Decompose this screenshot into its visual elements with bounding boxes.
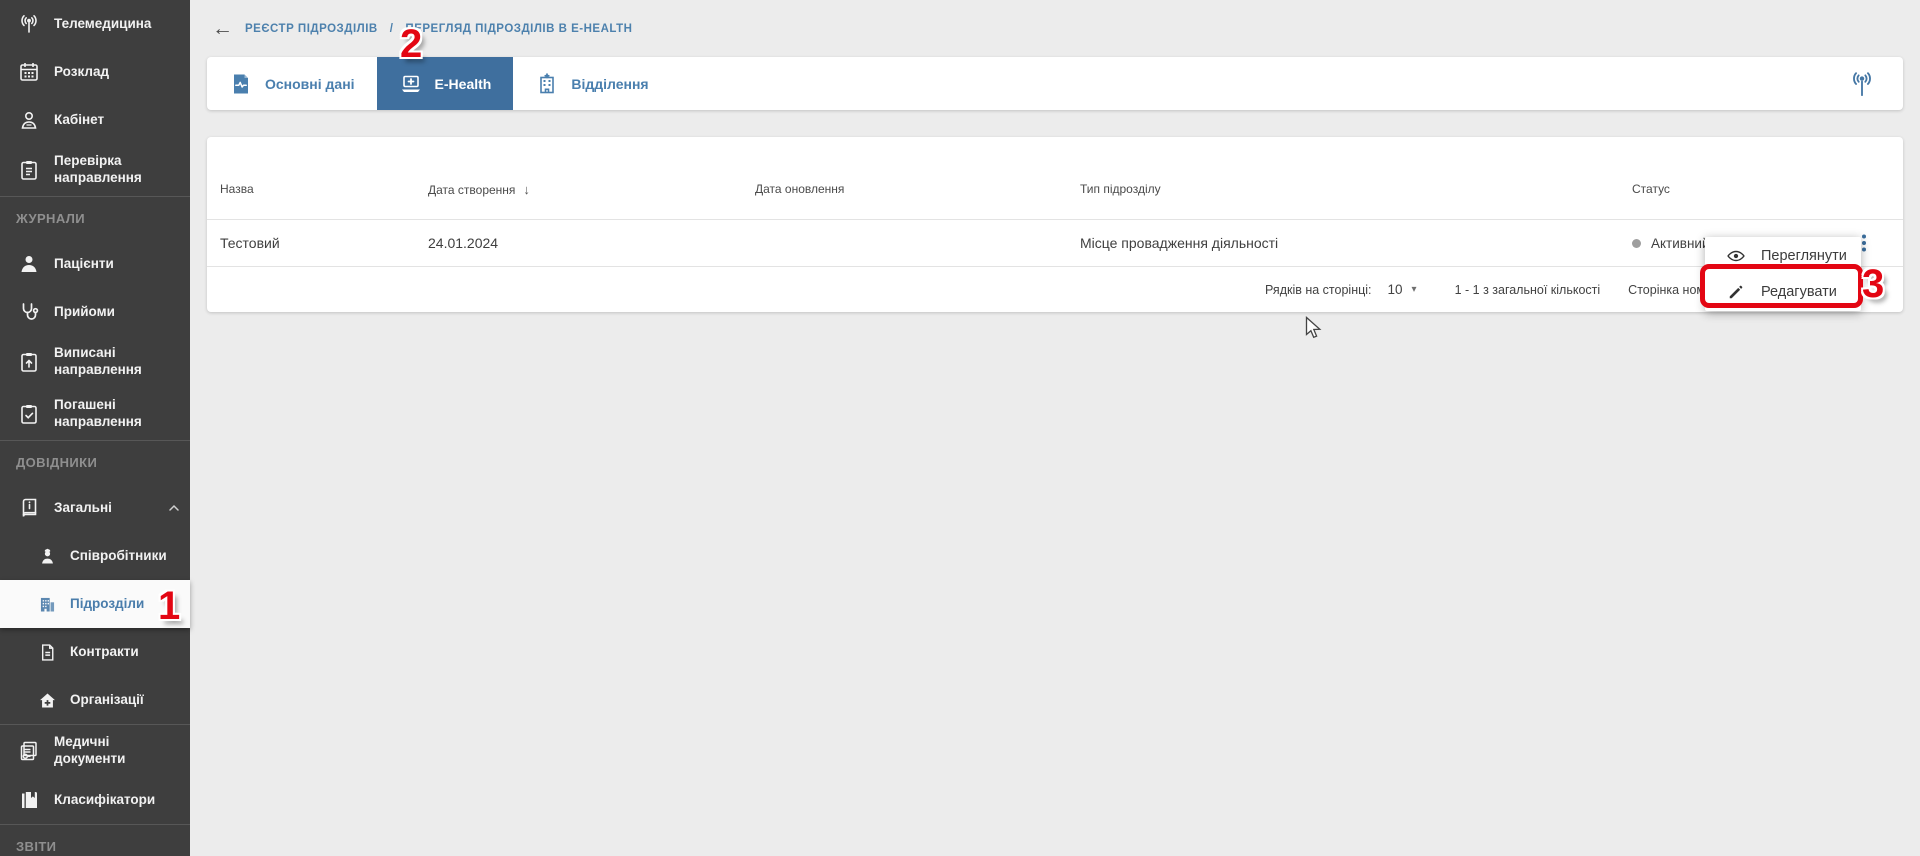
back-arrow-icon[interactable]: ← bbox=[212, 18, 233, 39]
sidebar-item-classifiers[interactable]: Класифікатори bbox=[0, 776, 190, 824]
book-info-icon bbox=[16, 496, 42, 520]
tab-label: E-Health bbox=[435, 76, 492, 92]
sidebar-item-schedule[interactable]: Розклад bbox=[0, 48, 190, 96]
clipboard-list-icon bbox=[16, 158, 42, 182]
status-label: Активний bbox=[1651, 236, 1710, 251]
status-dot bbox=[1632, 239, 1641, 248]
sidebar-section-reports: ЗВІТИ bbox=[0, 824, 190, 856]
sidebar-item-patients[interactable]: Пацієнти bbox=[0, 240, 190, 288]
document-pulse-icon bbox=[229, 72, 253, 96]
mouse-cursor-icon bbox=[1305, 316, 1323, 347]
sidebar-item-contracts[interactable]: Контракти bbox=[0, 628, 190, 676]
sidebar-item-organizations[interactable]: Організації bbox=[0, 676, 190, 724]
broadcast-antenna-icon[interactable] bbox=[1847, 57, 1903, 110]
sidebar-item-employees[interactable]: Співробітники bbox=[0, 532, 190, 580]
patient-icon bbox=[16, 252, 42, 276]
sidebar-item-label: Співробітники bbox=[70, 548, 167, 565]
tab-label: Основні дані bbox=[265, 76, 355, 92]
sidebar-section-directories: ДОВІДНИКИ bbox=[0, 440, 190, 484]
annotation-step-3: 3 bbox=[1862, 264, 1884, 304]
sidebar-item-appointments[interactable]: Прийоми bbox=[0, 288, 190, 336]
column-header-status[interactable]: Статус bbox=[1632, 182, 1812, 196]
pagination-bar: Рядків на сторінці: 10 ▾ 1 - 1 з загальн… bbox=[207, 266, 1903, 312]
annotation-step-2: 2 bbox=[400, 24, 422, 64]
antenna-icon bbox=[16, 12, 42, 36]
cell-name: Тестовий bbox=[220, 235, 428, 251]
rows-per-page-label: Рядків на сторінці: bbox=[1265, 283, 1372, 297]
main-content: ← РЕЄСТР ПІДРОЗДІЛІВ / ПЕРЕГЛЯД ПІДРОЗДІ… bbox=[190, 0, 1920, 856]
sidebar-item-label: Підрозділи bbox=[70, 596, 144, 613]
sidebar-item-label: Загальні bbox=[54, 500, 112, 517]
tab-departments[interactable]: Відділення bbox=[513, 57, 670, 110]
sidebar-item-label: Телемедицина bbox=[54, 16, 151, 33]
cell-unit-type: Місце провадження діяльності bbox=[1080, 235, 1632, 251]
laptop-cross-icon bbox=[399, 72, 423, 96]
sidebar-item-label: Виписані направлення bbox=[54, 345, 164, 379]
sidebar-item-label: Прийоми bbox=[54, 304, 115, 321]
tabs-card: Основні дані E-Health bbox=[207, 57, 1903, 110]
clipboard-out-icon bbox=[16, 350, 42, 374]
breadcrumb-separator: / bbox=[390, 23, 394, 35]
units-table-card: Назва Дата створення↓ Дата оновлення Тип… bbox=[207, 137, 1903, 312]
hospital-icon bbox=[535, 72, 559, 96]
tab-label: Відділення bbox=[571, 76, 648, 92]
sidebar-item-label: Кабінет bbox=[54, 112, 104, 129]
breadcrumb-current-page: ПЕРЕГЛЯД ПІДРОЗДІЛІВ В E-HEALTH bbox=[405, 23, 632, 35]
building-icon bbox=[36, 594, 58, 615]
chevron-up-icon[interactable] bbox=[166, 500, 182, 516]
table-row[interactable]: Тестовий 24.01.2024 Місце провадження ді… bbox=[207, 219, 1903, 266]
sidebar-item-referral-check[interactable]: Перевірка направлення bbox=[0, 144, 190, 196]
column-header-created[interactable]: Дата створення↓ bbox=[428, 182, 755, 197]
sidebar-item-redeemed-referrals[interactable]: Погашені направлення bbox=[0, 388, 190, 440]
table-header-row: Назва Дата створення↓ Дата оновлення Тип… bbox=[207, 137, 1903, 219]
annotation-step-1: 1 bbox=[158, 586, 180, 626]
calendar-icon bbox=[16, 60, 42, 84]
organization-icon bbox=[36, 690, 58, 711]
tab-ehealth[interactable]: E-Health bbox=[377, 57, 514, 110]
column-header-updated[interactable]: Дата оновлення bbox=[755, 182, 1080, 196]
sidebar-item-label: Перевірка направлення bbox=[54, 153, 164, 187]
sidebar-item-label: Розклад bbox=[54, 64, 109, 81]
medical-docs-icon bbox=[16, 739, 42, 763]
sidebar-item-label: Медичні документи bbox=[54, 734, 164, 768]
sort-desc-arrow-icon[interactable]: ↓ bbox=[523, 182, 530, 197]
column-header-name[interactable]: Назва bbox=[220, 182, 428, 196]
column-header-unit-type[interactable]: Тип підрозділу bbox=[1080, 182, 1632, 196]
cell-created: 24.01.2024 bbox=[428, 235, 755, 251]
sidebar-item-telemedicine[interactable]: Телемедицина bbox=[0, 0, 190, 48]
sidebar-section-journals: ЖУРНАЛИ bbox=[0, 196, 190, 240]
annotation-highlight-box bbox=[1700, 264, 1863, 308]
sidebar-item-label: Контракти bbox=[70, 644, 139, 661]
tab-main-data[interactable]: Основні дані bbox=[207, 57, 377, 110]
sidebar-item-cabinet[interactable]: Кабінет bbox=[0, 96, 190, 144]
eye-icon bbox=[1726, 246, 1746, 266]
breadcrumb-registry-link[interactable]: РЕЄСТР ПІДРОЗДІЛІВ bbox=[245, 23, 378, 35]
doctor-icon bbox=[16, 108, 42, 132]
context-menu-item-label: Переглянути bbox=[1761, 248, 1847, 264]
breadcrumb: ← РЕЄСТР ПІДРОЗДІЛІВ / ПЕРЕГЛЯД ПІДРОЗДІ… bbox=[190, 0, 1920, 57]
caret-down-icon: ▾ bbox=[1412, 284, 1417, 295]
sidebar: Телемедицина Розклад Кабінет bbox=[0, 0, 190, 856]
sidebar-item-label: Класифікатори bbox=[54, 792, 155, 809]
sidebar-item-label: Організації bbox=[70, 692, 144, 709]
contract-icon bbox=[36, 642, 58, 663]
rows-per-page-value: 10 bbox=[1388, 282, 1403, 297]
sidebar-item-medical-documents[interactable]: Медичні документи bbox=[0, 724, 190, 776]
sidebar-item-issued-referrals[interactable]: Виписані направлення bbox=[0, 336, 190, 388]
pagination-range-label: 1 - 1 з загальної кількості bbox=[1455, 283, 1601, 297]
sidebar-item-label: Погашені направлення bbox=[54, 397, 164, 431]
clipboard-check-icon bbox=[16, 402, 42, 426]
classifiers-icon bbox=[16, 788, 42, 812]
stethoscope-icon bbox=[16, 300, 42, 324]
employee-icon bbox=[36, 546, 58, 567]
page-number-label: Сторінка ном bbox=[1628, 283, 1705, 297]
rows-per-page-select[interactable]: 10 ▾ bbox=[1388, 282, 1417, 297]
sidebar-item-general[interactable]: Загальні bbox=[0, 484, 190, 532]
sidebar-item-label: Пацієнти bbox=[54, 256, 114, 273]
kebab-menu-icon[interactable] bbox=[1855, 233, 1903, 253]
